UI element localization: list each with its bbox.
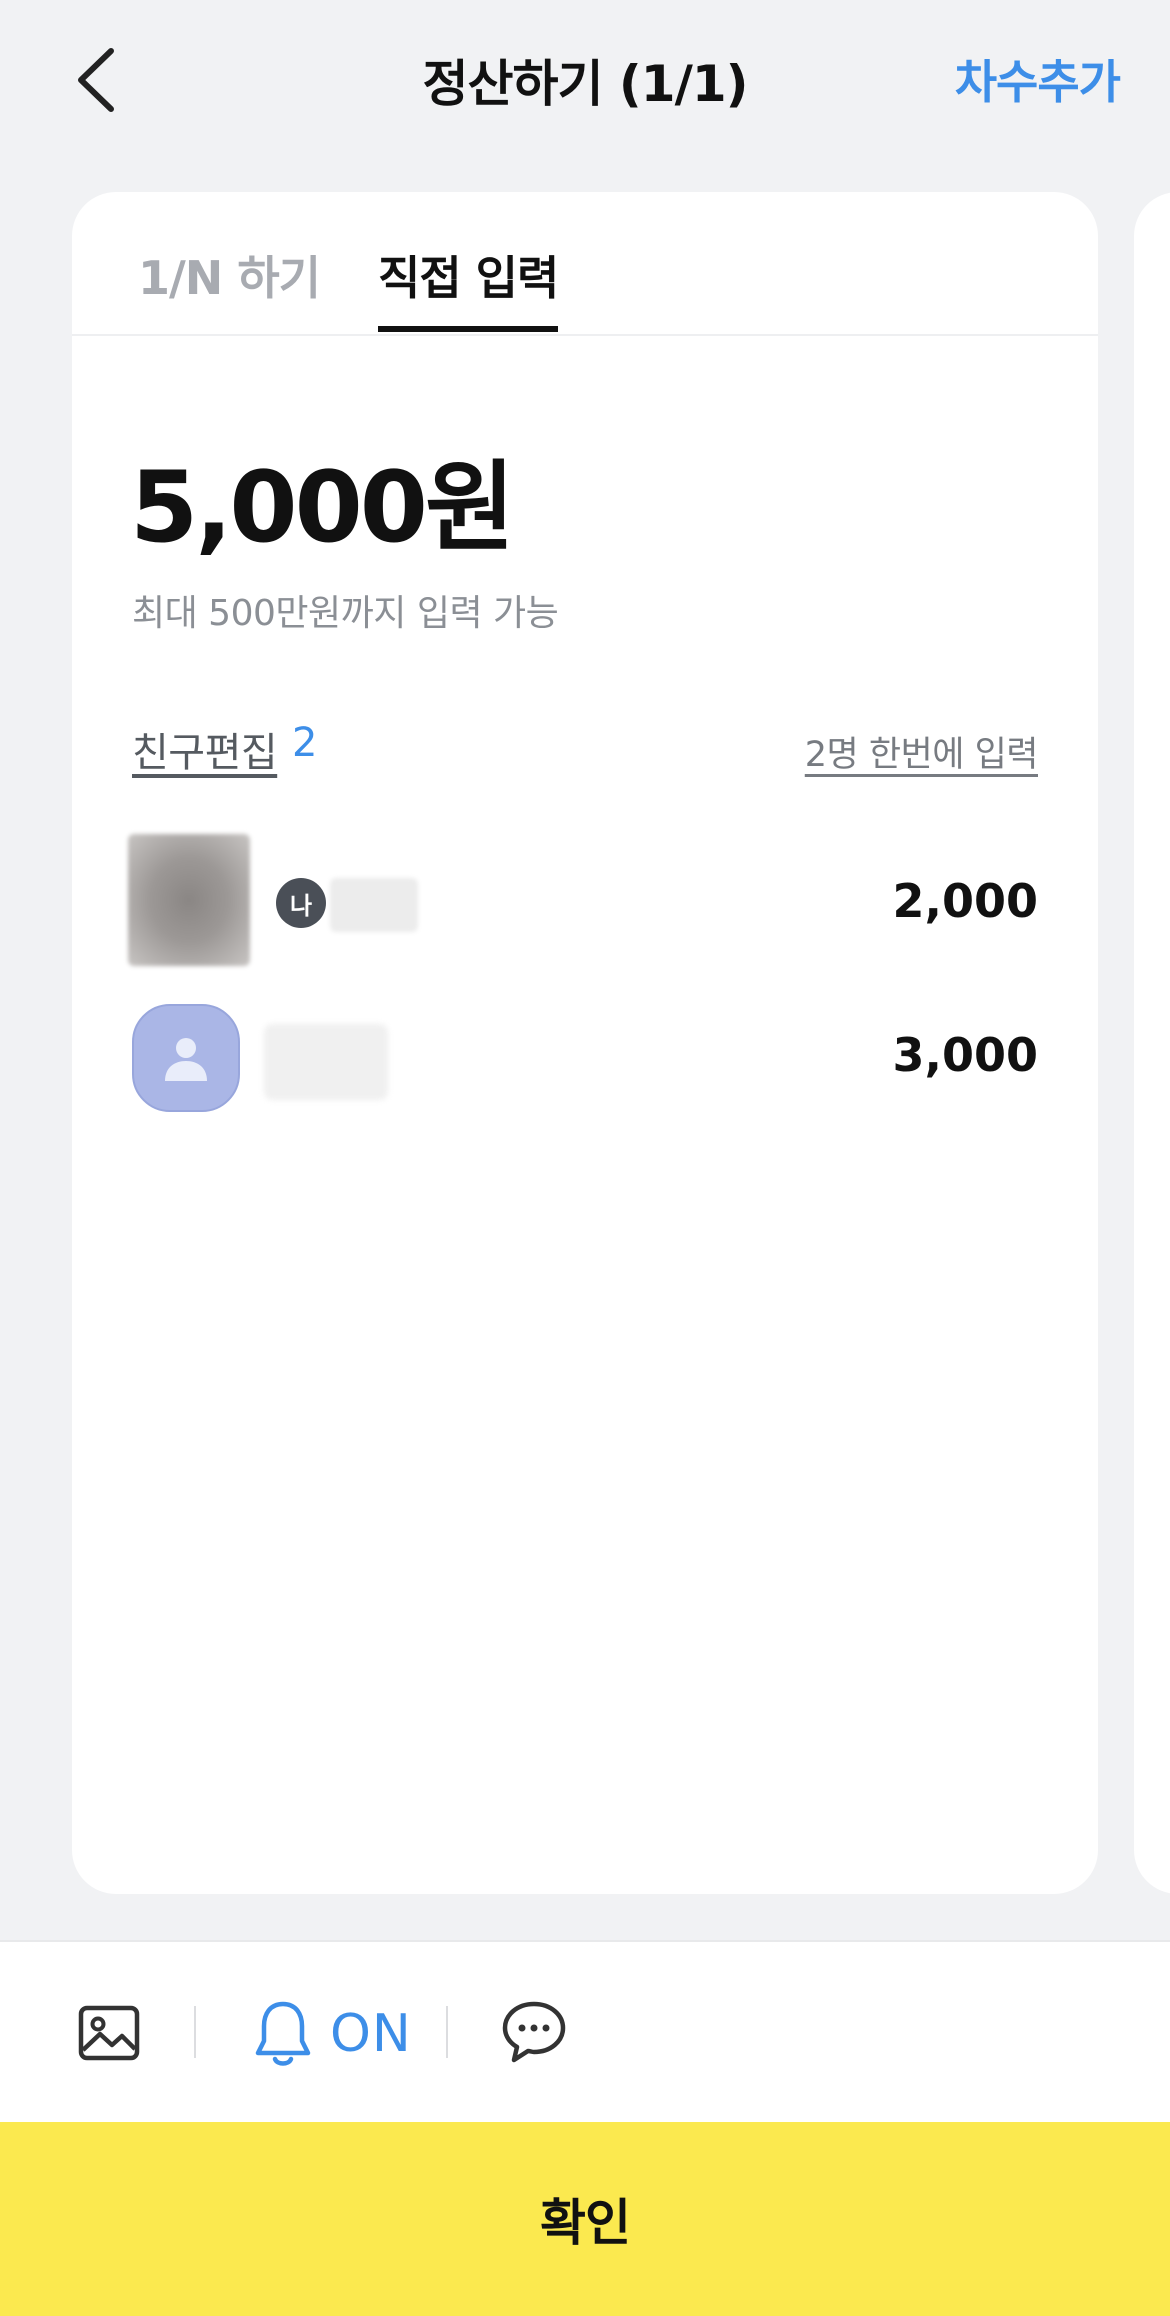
person-icon (165, 1038, 207, 1081)
tab-bar: 1/N 하기 직접 입력 (72, 192, 1098, 336)
friend-amount[interactable]: 3,000 (892, 1028, 1038, 1082)
friend-amount[interactable]: 2,000 (892, 874, 1038, 928)
confirm-button[interactable]: 확인 (0, 2122, 1170, 2316)
settlement-card: 1/N 하기 직접 입력 5,000원 최대 500만원까지 입력 가능 친구편… (72, 192, 1098, 1894)
friend-name-redacted (330, 878, 418, 932)
me-badge: 나 (276, 878, 326, 928)
notification-toggle[interactable]: ON (254, 1994, 412, 2074)
chat-bubble-icon (502, 2001, 566, 2063)
amount-limit-note: 최대 500만원까지 입력 가능 (132, 593, 559, 634)
tab-split-evenly[interactable]: 1/N 하기 (138, 242, 321, 308)
default-avatar (132, 1004, 240, 1112)
total-amount[interactable]: 5,000원 (130, 428, 515, 570)
edit-friends-link[interactable]: 친구편집 (132, 720, 278, 778)
bell-icon (255, 2001, 311, 2066)
add-round-button[interactable]: 차수추가 (955, 46, 1121, 112)
divider (194, 2006, 196, 2058)
friend-row: 3,000 (72, 1002, 1098, 1142)
image-attach-button[interactable] (76, 2000, 142, 2066)
tab-direct-input[interactable]: 직접 입력 (378, 242, 559, 308)
next-card-peek[interactable] (1134, 192, 1170, 1894)
bulk-input-link[interactable]: 2명 한번에 입력 (805, 726, 1039, 777)
friend-row: 나 2,000 (72, 834, 1098, 974)
image-icon (78, 2005, 140, 2061)
friend-name-redacted (264, 1024, 388, 1100)
divider (446, 2006, 448, 2058)
avatar (128, 834, 250, 966)
tab-active-indicator (378, 326, 558, 332)
notification-status: ON (330, 2004, 412, 2064)
message-button[interactable] (500, 1998, 568, 2066)
bottom-toolbar: ON (0, 1940, 1170, 2122)
header: 정산하기 (1/1) 차수추가 (0, 0, 1170, 160)
friend-count: 2 (292, 720, 318, 766)
